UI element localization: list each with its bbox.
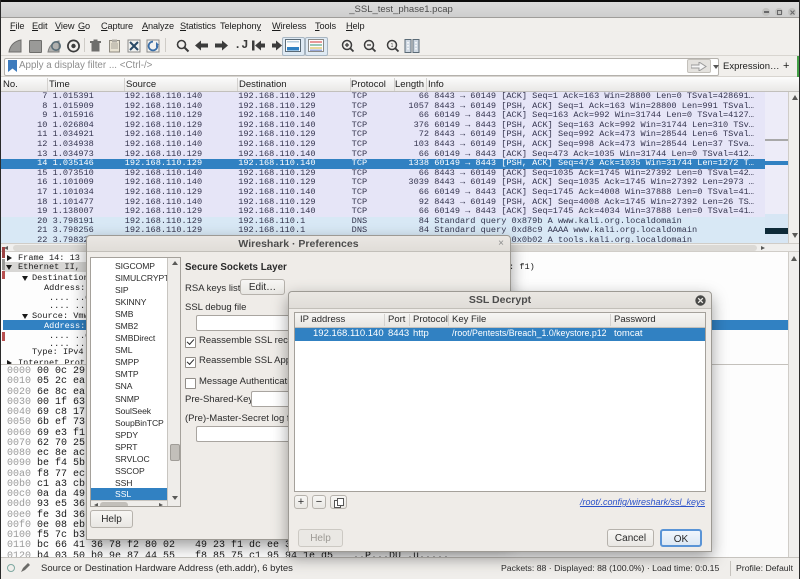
svg-text:1: 1 xyxy=(391,43,394,49)
